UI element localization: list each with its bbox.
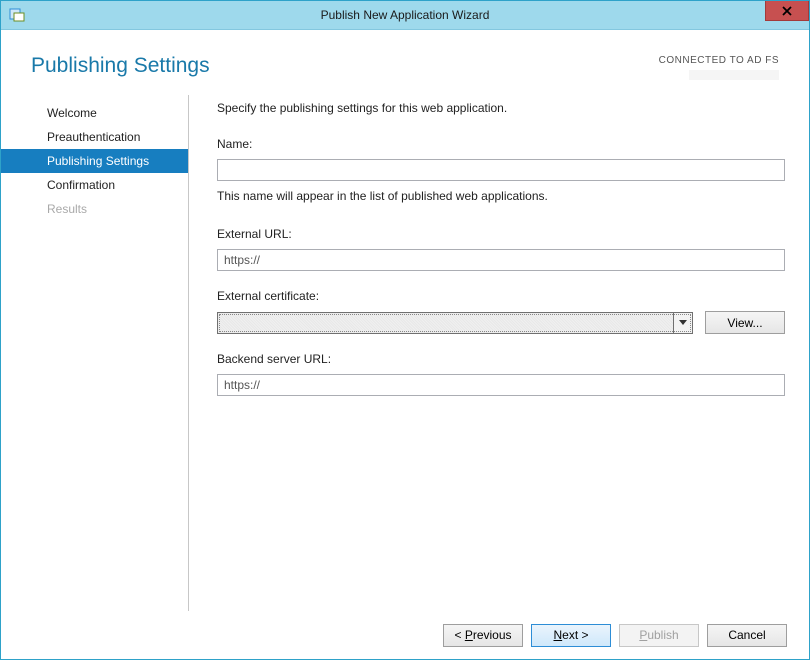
connection-label: CONNECTED TO AD FS — [659, 55, 779, 66]
external-cert-dropdown[interactable] — [217, 312, 693, 334]
window-title: Publish New Application Wizard — [1, 8, 809, 22]
wizard-footer: < Previous Next > Publish Cancel — [1, 611, 809, 659]
external-cert-label: External certificate: — [217, 289, 785, 303]
close-button[interactable] — [765, 1, 809, 21]
publish-button: Publish — [619, 624, 699, 647]
page-heading: Publishing Settings — [31, 54, 210, 78]
external-cert-value — [218, 313, 673, 333]
view-cert-button[interactable]: View... — [705, 311, 785, 334]
chevron-down-icon — [673, 313, 692, 333]
previous-button[interactable]: < Previous — [443, 624, 523, 647]
step-welcome[interactable]: Welcome — [1, 101, 188, 125]
step-confirmation[interactable]: Confirmation — [1, 173, 188, 197]
body-split: Welcome Preauthentication Publishing Set… — [1, 95, 809, 611]
connection-status: CONNECTED TO AD FS — [659, 54, 779, 85]
name-label: Name: — [217, 137, 785, 151]
step-publishing-settings[interactable]: Publishing Settings — [1, 149, 188, 173]
wizard-window: Publish New Application Wizard Publishin… — [0, 0, 810, 660]
header-area: Publishing Settings CONNECTED TO AD FS — [1, 30, 809, 95]
titlebar: Publish New Application Wizard — [1, 1, 809, 30]
instruction-text: Specify the publishing settings for this… — [217, 101, 785, 115]
app-icon — [9, 7, 25, 23]
next-button[interactable]: Next > — [531, 624, 611, 647]
step-results: Results — [1, 197, 188, 221]
close-icon — [782, 6, 792, 16]
name-input[interactable] — [217, 159, 785, 181]
connection-server-redacted — [689, 70, 779, 80]
external-url-input[interactable] — [217, 249, 785, 271]
name-hint: This name will appear in the list of pub… — [217, 189, 785, 203]
cancel-button[interactable]: Cancel — [707, 624, 787, 647]
wizard-steps-sidebar: Welcome Preauthentication Publishing Set… — [1, 95, 189, 611]
external-url-label: External URL: — [217, 227, 785, 241]
step-preauthentication[interactable]: Preauthentication — [1, 125, 188, 149]
backend-url-label: Backend server URL: — [217, 352, 785, 366]
form-panel: Specify the publishing settings for this… — [189, 95, 789, 611]
backend-url-input[interactable] — [217, 374, 785, 396]
content-area: Publishing Settings CONNECTED TO AD FS W… — [1, 30, 809, 659]
